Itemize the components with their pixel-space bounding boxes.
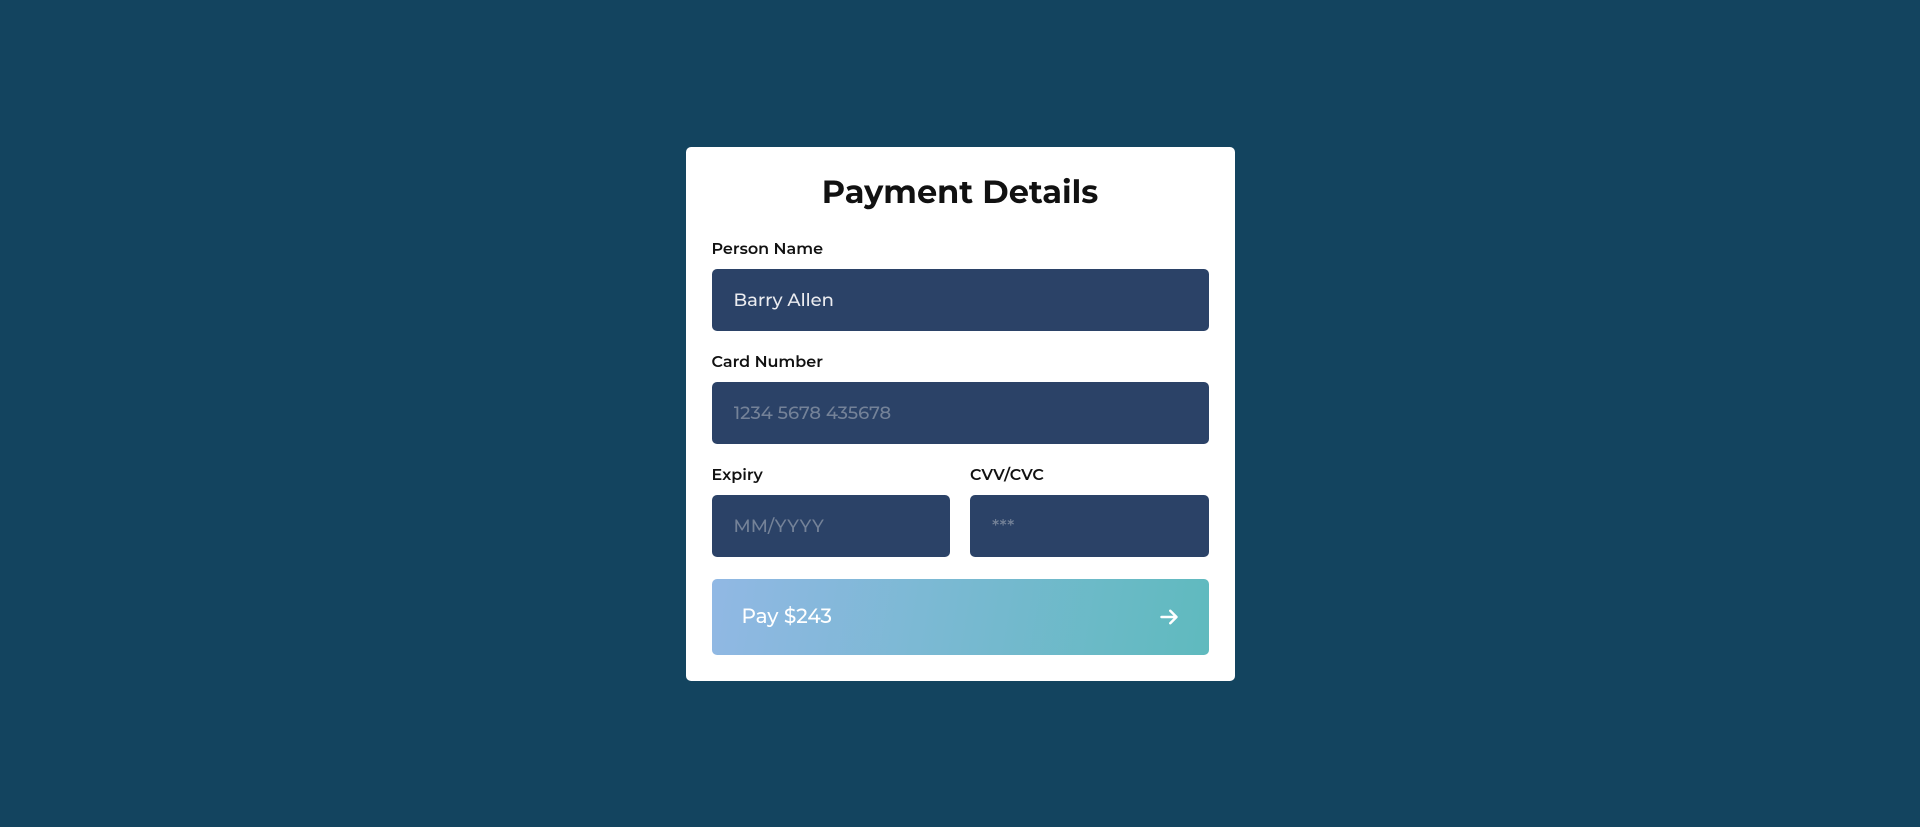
arrow-right-icon <box>1159 607 1179 627</box>
cvv-label: CVV/CVC <box>970 466 1209 485</box>
card-number-input[interactable] <box>712 382 1209 444</box>
payment-card: Payment Details Person Name Card Number … <box>686 147 1235 681</box>
cvv-input[interactable] <box>970 495 1209 557</box>
expiry-group: Expiry <box>712 466 951 557</box>
card-number-group: Card Number <box>712 353 1209 444</box>
card-number-label: Card Number <box>712 353 1209 372</box>
expiry-cvv-row: Expiry CVV/CVC <box>712 466 1209 579</box>
card-title: Payment Details <box>712 173 1209 212</box>
pay-button[interactable]: Pay $243 <box>712 579 1209 655</box>
pay-button-label: Pay $243 <box>742 605 832 629</box>
expiry-input[interactable] <box>712 495 951 557</box>
person-name-input[interactable] <box>712 269 1209 331</box>
expiry-label: Expiry <box>712 466 951 485</box>
person-name-label: Person Name <box>712 240 1209 259</box>
person-name-group: Person Name <box>712 240 1209 331</box>
cvv-group: CVV/CVC <box>970 466 1209 557</box>
